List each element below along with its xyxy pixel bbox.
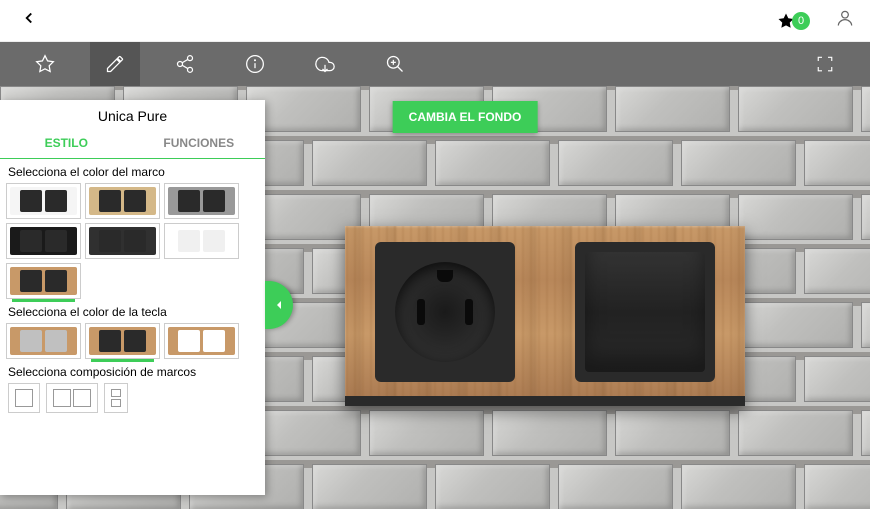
product-title: Unica Pure — [0, 100, 265, 128]
back-button[interactable] — [15, 4, 43, 37]
key-color-label: Selecciona el color de la tecla — [0, 299, 265, 323]
favorites-button[interactable]: 0 — [777, 12, 810, 30]
change-background-button[interactable]: CAMBIA EL FONDO — [393, 101, 538, 133]
frame-color-swatch-2[interactable] — [164, 183, 239, 219]
frame-color-swatch-3[interactable] — [6, 223, 81, 259]
frame-color-swatch-4[interactable] — [85, 223, 160, 259]
user-button[interactable] — [835, 8, 855, 33]
product-preview — [345, 226, 745, 406]
frame-color-swatch-5[interactable] — [164, 223, 239, 259]
key-color-swatch-0[interactable] — [6, 323, 81, 359]
preview-socket — [375, 242, 515, 382]
tab-functions[interactable]: FUNCIONES — [133, 128, 266, 158]
workspace: CAMBIA EL FONDO Unica Pure ESTILO FUNCIO… — [0, 86, 870, 509]
composition-single[interactable] — [8, 383, 40, 413]
edit-icon[interactable] — [90, 42, 140, 86]
composition-double[interactable] — [46, 383, 98, 413]
config-panel: Unica Pure ESTILO FUNCIONES Selecciona e… — [0, 100, 265, 495]
frame-color-swatch-6[interactable] — [6, 263, 81, 299]
key-color-swatch-1[interactable] — [85, 323, 160, 359]
zoom-icon[interactable] — [370, 42, 420, 86]
favorites-count: 0 — [792, 12, 810, 30]
frame-color-swatch-0[interactable] — [6, 183, 81, 219]
star-icon[interactable] — [20, 42, 70, 86]
frame-color-label: Selecciona el color del marco — [0, 159, 265, 183]
preview-switch — [575, 242, 715, 382]
info-icon[interactable] — [230, 42, 280, 86]
composition-vertical[interactable] — [104, 383, 128, 413]
key-color-swatch-2[interactable] — [164, 323, 239, 359]
fullscreen-icon[interactable] — [800, 42, 850, 86]
frame-color-swatch-1[interactable] — [85, 183, 160, 219]
composition-label: Selecciona composición de marcos — [0, 359, 265, 383]
share-icon[interactable] — [160, 42, 210, 86]
cloud-download-icon[interactable] — [300, 42, 350, 86]
tab-style[interactable]: ESTILO — [0, 128, 133, 158]
